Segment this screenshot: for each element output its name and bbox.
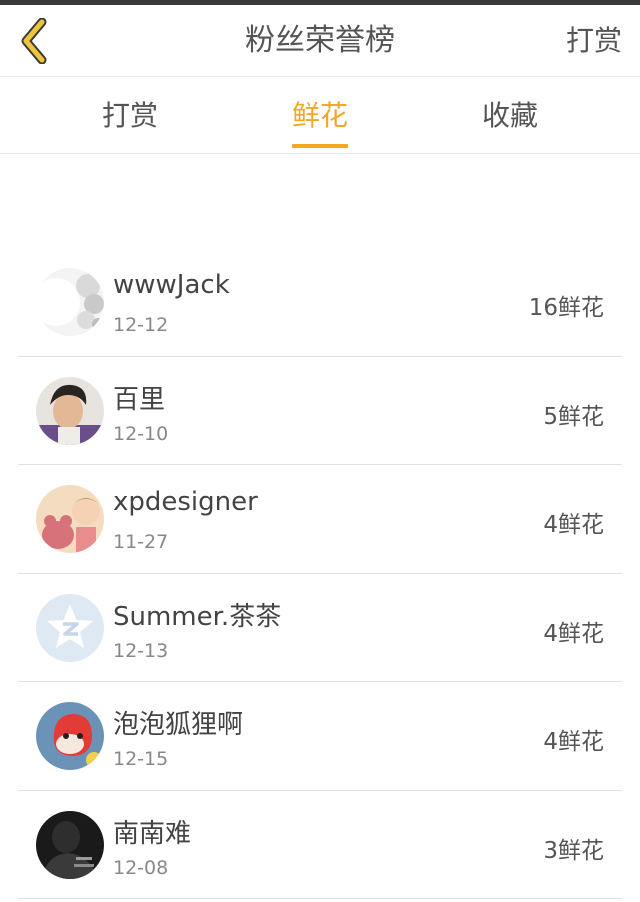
fan-row[interactable]: 泡泡狐狸啊 12-15 4鲜花 (18, 682, 622, 791)
active-tab-indicator (292, 144, 348, 148)
fan-name: Summer.茶茶 (113, 601, 282, 632)
flower-count: 5鲜花 (543, 403, 604, 430)
fan-list: wwwJack 12-12 16鲜花 百里 12-10 5鲜花 xpdesign… (18, 248, 622, 899)
tab-bar: 打赏 鲜花 收藏 (0, 78, 640, 154)
fan-date: 11-27 (113, 531, 169, 553)
fan-date: 12-10 (113, 422, 169, 445)
flower-count: 4鲜花 (543, 620, 604, 647)
nav-bar: 粉丝荣誉榜 打赏 (0, 5, 640, 77)
fan-name: xpdesigner (113, 487, 258, 517)
flower-count: 4鲜花 (543, 512, 604, 538)
fan-date: 12-12 (113, 314, 169, 336)
fan-name: 百里 (113, 384, 166, 415)
tab-favorites[interactable]: 收藏 (440, 78, 580, 154)
page-title: 粉丝荣誉榜 (245, 23, 395, 58)
fan-date: 12-15 (113, 748, 169, 770)
avatar-photo-dark (36, 810, 104, 879)
fan-name: 南南难 (113, 818, 192, 849)
fan-date: 12-08 (113, 856, 169, 879)
avatar-photo-person (36, 376, 104, 445)
avatar-photo-white-flowers (36, 268, 104, 336)
avatar-photo-cartoon (36, 702, 104, 770)
reward-action-button[interactable]: 打赏 (566, 5, 622, 77)
tab-flowers[interactable]: 鲜花 (250, 78, 390, 154)
flower-count: 3鲜花 (543, 837, 604, 864)
fan-row[interactable]: wwwJack 12-12 16鲜花 (18, 248, 622, 357)
fan-row[interactable]: xpdesigner 11-27 4鲜花 (18, 465, 622, 574)
fan-date: 12-13 (113, 639, 169, 662)
flower-count: 16鲜花 (528, 295, 604, 321)
fan-row[interactable]: 南南难 12-08 3鲜花 (18, 791, 622, 899)
avatar-photo-baby-bear (36, 485, 104, 553)
flower-count: 4鲜花 (543, 729, 604, 755)
fan-row[interactable]: 百里 12-10 5鲜花 (18, 357, 622, 465)
fan-name: wwwJack (113, 270, 230, 300)
tab-reward[interactable]: 打赏 (60, 78, 200, 154)
fan-name: 泡泡狐狸啊 (113, 710, 244, 740)
avatar-qq-star-icon (36, 593, 104, 662)
fan-row[interactable]: Summer.茶茶 12-13 4鲜花 (18, 574, 622, 682)
